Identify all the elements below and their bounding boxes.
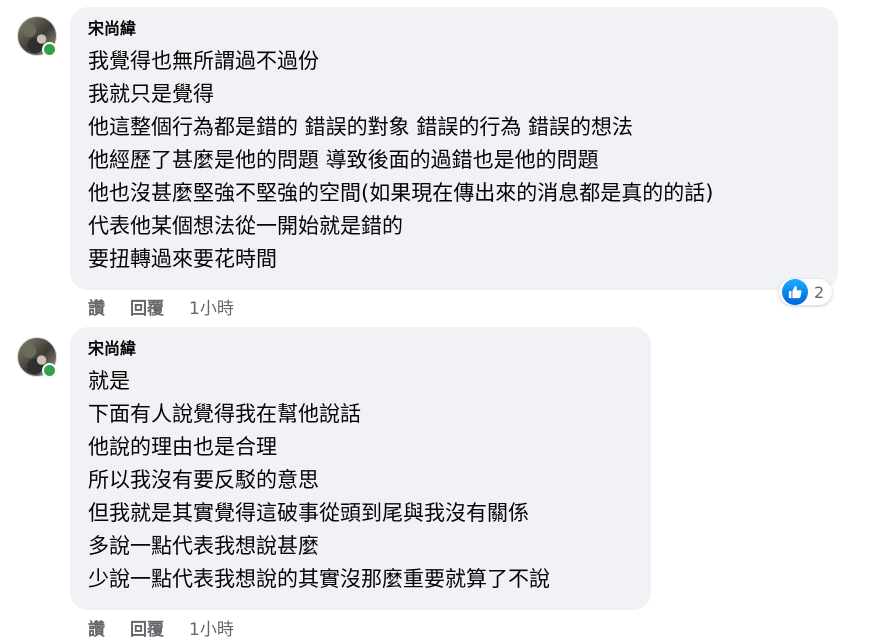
comment-line: 多說一點代表我想說甚麼 [88, 534, 319, 558]
reply-button[interactable]: 回覆 [130, 294, 164, 319]
comment-actions: 讚 回覆 1小時 [88, 294, 234, 319]
comment-line: 我覺得也無所謂過不過份 [88, 49, 319, 73]
comment-timestamp[interactable]: 1小時 [189, 615, 234, 640]
online-status-icon [42, 42, 57, 57]
comment-line: 他經歷了甚麼是他的問題 導致後面的過錯也是他的問題 [88, 148, 599, 172]
comment-author[interactable]: 宋尚緯 [88, 19, 824, 39]
comment-line: 少說一點代表我想說的其實沒那麼重要就算了不說 [88, 567, 550, 591]
comment-bubble: 宋尚緯 就是 下面有人說覺得我在幫他說話 他說的理由也是合理 所以我沒有要反駁的… [70, 327, 651, 610]
comment-actions: 讚 回覆 1小時 [88, 615, 234, 640]
comment-bubble: 宋尚緯 我覺得也無所謂過不過份 我就只是覺得 他這整個行為都是錯的 錯誤的對象 … [70, 7, 838, 290]
comment-line: 代表他某個想法從一開始就是錯的 [88, 214, 403, 238]
comment-line: 要扭轉過來要花時間 [88, 247, 277, 271]
comment-line: 就是 [88, 369, 130, 393]
comment-line: 他這整個行為都是錯的 錯誤的對象 錯誤的行為 錯誤的想法 [88, 115, 634, 139]
comment-line: 他說的理由也是合理 [88, 435, 277, 459]
comment-line: 他也沒甚麼堅強不堅強的空間(如果現在傳出來的消息都是真的的話) [88, 181, 714, 205]
like-button[interactable]: 讚 [88, 615, 105, 640]
thumbs-up-icon [788, 285, 802, 299]
comment-line: 下面有人說覺得我在幫他說話 [88, 402, 361, 426]
reply-button[interactable]: 回覆 [130, 615, 164, 640]
comment-line: 我就只是覺得 [88, 82, 214, 106]
comment-line: 所以我沒有要反駁的意思 [88, 468, 319, 492]
like-icon [782, 279, 808, 305]
reaction-summary[interactable]: 2 [779, 279, 833, 305]
comment-timestamp[interactable]: 1小時 [189, 294, 234, 319]
like-button[interactable]: 讚 [88, 294, 105, 319]
online-status-icon [42, 363, 57, 378]
comment-line: 但我就是其實覺得這破事從頭到尾與我沒有關係 [88, 501, 529, 525]
reaction-count: 2 [814, 282, 825, 302]
comment-author[interactable]: 宋尚緯 [88, 339, 637, 359]
